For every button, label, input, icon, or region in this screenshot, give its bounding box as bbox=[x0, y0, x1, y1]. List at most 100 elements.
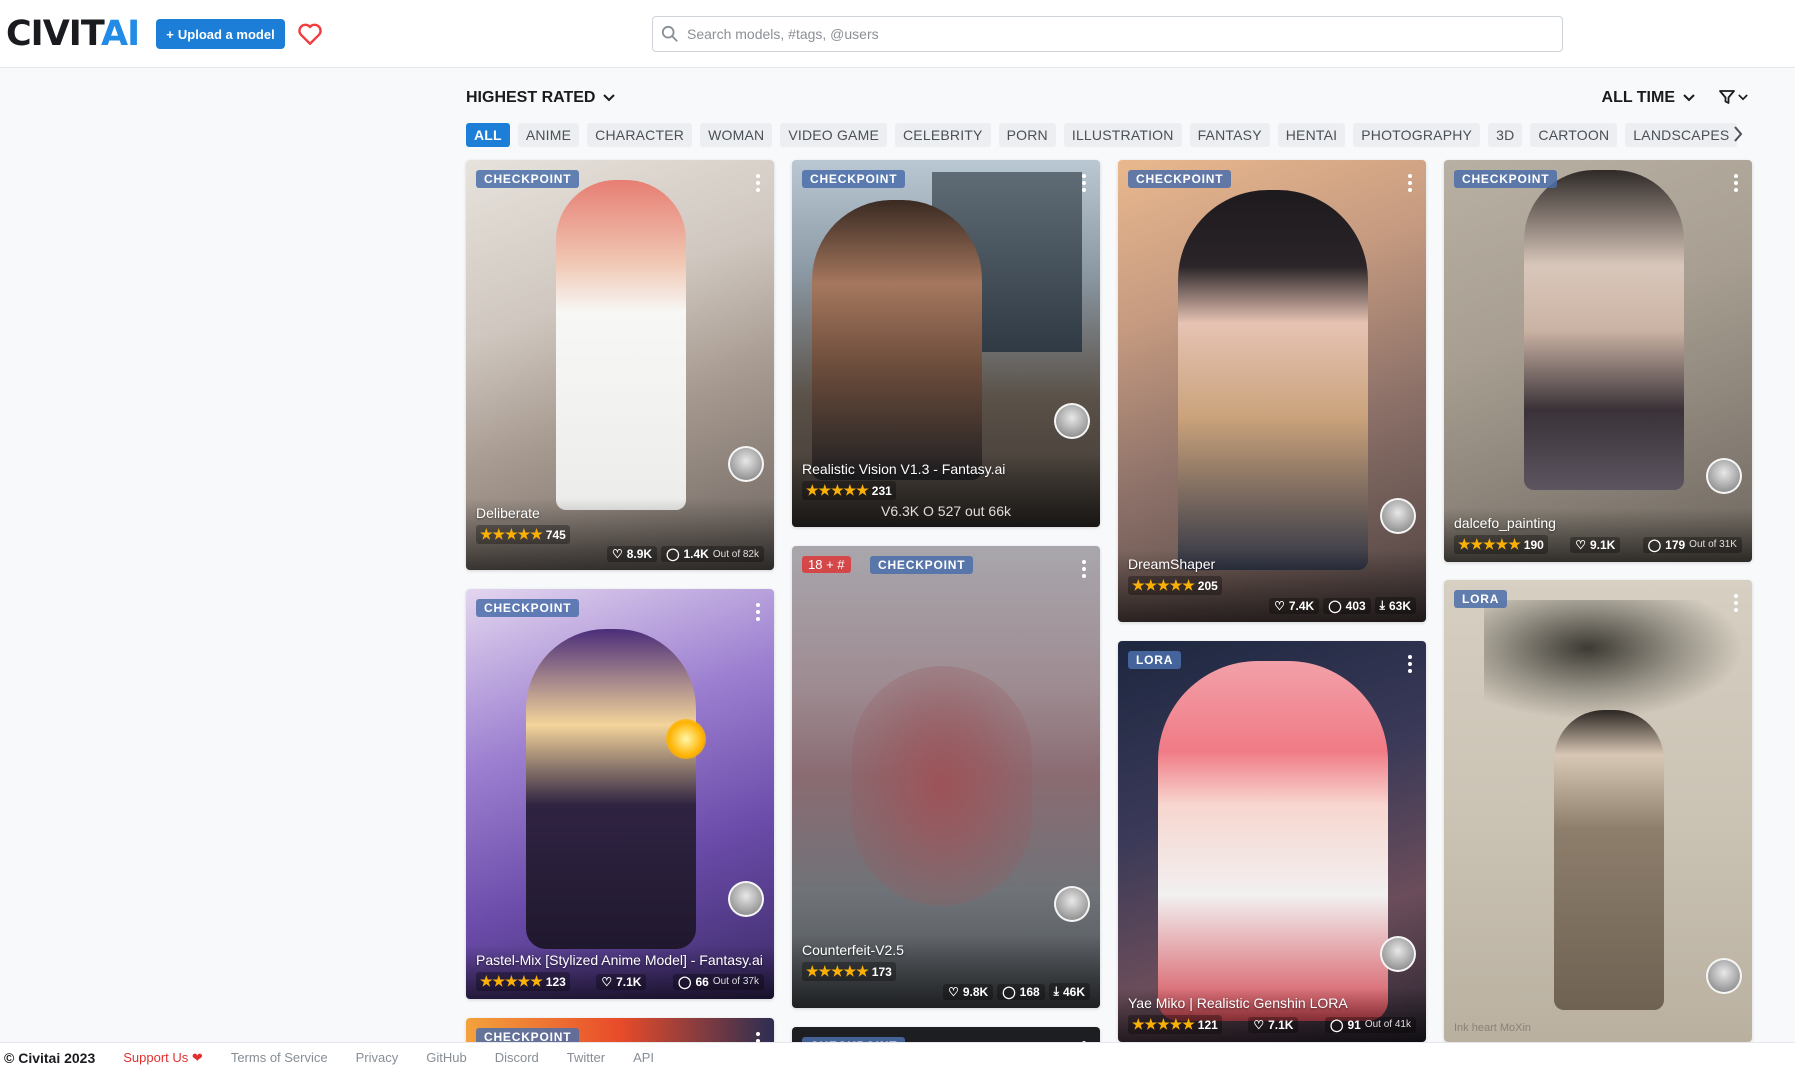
like-count: ♡ 7.1K bbox=[1248, 1016, 1299, 1033]
more-options-icon[interactable] bbox=[756, 603, 760, 624]
heart-outline-icon: ♡ bbox=[1274, 598, 1285, 613]
model-title: dalcefo_painting bbox=[1454, 515, 1556, 531]
download-count: ⤓ 63K bbox=[1374, 597, 1416, 614]
creator-avatar[interactable] bbox=[1054, 886, 1090, 922]
filter-button[interactable] bbox=[1719, 89, 1748, 105]
civitai-logo[interactable]: CIVITAI bbox=[6, 17, 140, 52]
tag-character[interactable]: CHARACTER bbox=[587, 123, 693, 147]
more-options-icon[interactable] bbox=[1734, 174, 1738, 195]
creator-avatar[interactable] bbox=[1706, 958, 1742, 994]
model-card-realistic-vision[interactable]: CHECKPOINT Realistic Vision V1.3 - Fanta… bbox=[792, 160, 1100, 527]
card-info: Deliberate ★★★★★ 745 ♡ 8.9K ◯ 1.4K Out of 82… bbox=[466, 498, 774, 570]
comment-icon: ◯ bbox=[666, 547, 680, 561]
heart-icon bbox=[298, 23, 322, 45]
tag-photography[interactable]: PHOTOGRAPHY bbox=[1353, 123, 1481, 147]
model-type-badge: CHECKPOINT bbox=[870, 556, 974, 574]
card-info: Pastel-Mix [Stylized Anime Model] - Fant… bbox=[466, 945, 774, 999]
support-heart-button[interactable] bbox=[294, 18, 326, 50]
tag-woman[interactable]: WOMAN bbox=[700, 123, 773, 147]
more-options-icon[interactable] bbox=[1408, 655, 1412, 676]
more-options-icon[interactable] bbox=[1734, 594, 1738, 615]
tag-celebrity[interactable]: CELEBRITY bbox=[895, 123, 991, 147]
card-info: DreamShaper ★★★★★ 205 ♡ 7.4K ◯ 403 ⤓ 63K bbox=[1118, 549, 1426, 622]
model-card-dalcefo-painting[interactable]: CHECKPOINT dalcefo_painting ★★★★★ 190 ♡ 9.… bbox=[1444, 160, 1752, 562]
model-type-badge: CHECKPOINT bbox=[802, 170, 906, 188]
sort-label: HIGHEST RATED bbox=[466, 89, 596, 106]
creator-avatar[interactable] bbox=[728, 446, 764, 482]
more-options-icon[interactable] bbox=[1408, 174, 1412, 195]
search-input[interactable] bbox=[687, 26, 1487, 42]
model-type-badge: CHECKPOINT bbox=[1128, 170, 1232, 188]
model-thumbnail bbox=[1158, 661, 1388, 1021]
heart-outline-icon: ♡ bbox=[948, 984, 959, 999]
model-title-truncated: Ink heart MoXin bbox=[1454, 1022, 1532, 1034]
model-title: Yae Miko | Realistic Genshin LORA bbox=[1128, 995, 1348, 1011]
heart-outline-icon: ♡ bbox=[611, 547, 623, 561]
footer-link-privacy[interactable]: Privacy bbox=[356, 1050, 399, 1065]
tag-hentai[interactable]: HENTAI bbox=[1277, 123, 1346, 147]
tag-anime[interactable]: ANIME bbox=[517, 123, 580, 147]
creator-avatar[interactable] bbox=[1054, 403, 1090, 439]
tag-cartoon[interactable]: CARTOON bbox=[1530, 123, 1618, 147]
model-card-yae-miko[interactable]: LORA Yae Miko | Realistic Genshin LORA ★… bbox=[1118, 641, 1426, 1042]
model-title: Pastel-Mix [Stylized Anime Model] - Fant… bbox=[476, 952, 763, 968]
model-thumbnail bbox=[526, 629, 696, 949]
rating: ★★★★★ 745 bbox=[476, 525, 570, 544]
creator-avatar[interactable] bbox=[728, 881, 764, 917]
ink-branch bbox=[1484, 600, 1744, 720]
model-card-dreamshaper[interactable]: CHECKPOINT DreamShaper ★★★★★ 205 ♡ 7.4K ◯ 4… bbox=[1118, 160, 1426, 622]
tag-video-game[interactable]: VIDEO GAME bbox=[780, 123, 887, 147]
upload-model-label: Upload a model bbox=[177, 26, 275, 42]
comment-icon: ◯ bbox=[1330, 1017, 1344, 1032]
star-rating-icon: ★★★★★ bbox=[480, 973, 543, 989]
model-card-deliberate[interactable]: CHECKPOINT Deliberate ★★★★★ 745 ♡ 8.9K ◯ 1.… bbox=[466, 160, 774, 570]
download-count: ⤓ 46K bbox=[1048, 983, 1090, 1000]
tag-porn[interactable]: PORN bbox=[998, 123, 1056, 147]
comment-icon: ◯ bbox=[1328, 598, 1342, 613]
chevron-right-icon[interactable] bbox=[1733, 126, 1743, 142]
sort-dropdown[interactable]: HIGHEST RATED bbox=[466, 89, 616, 107]
model-card-counterfeit[interactable]: 18 + # CHECKPOINT Counterfeit-V2.5 ★★★★★… bbox=[792, 546, 1100, 1008]
like-count: ♡ 7.1K bbox=[596, 973, 647, 990]
support-link[interactable]: Support Us ❤ bbox=[123, 1050, 203, 1066]
model-thumbnail bbox=[1524, 170, 1684, 490]
like-count: ♡ 8.9K bbox=[606, 546, 658, 562]
tag-fantasy[interactable]: FANTASY bbox=[1189, 123, 1270, 147]
model-type-badge: CHECKPOINT bbox=[1454, 170, 1558, 188]
model-type-badge: LORA bbox=[1128, 651, 1182, 669]
category-tags: ALL ANIME CHARACTER WOMAN VIDEO GAME CEL… bbox=[466, 123, 1754, 147]
footer-link-twitter[interactable]: Twitter bbox=[567, 1050, 605, 1065]
footer-link-github[interactable]: GitHub bbox=[426, 1050, 466, 1065]
search-bar[interactable] bbox=[652, 16, 1563, 52]
tag-illustration[interactable]: ILLUSTRATION bbox=[1063, 123, 1182, 147]
tag-3d[interactable]: 3D bbox=[1488, 123, 1523, 147]
model-thumbnail bbox=[1554, 710, 1664, 1010]
star-rating-icon: ★★★★★ bbox=[1132, 577, 1195, 593]
footer-link-api[interactable]: API bbox=[633, 1050, 654, 1065]
nsfw-badge: 18 + # bbox=[802, 556, 851, 573]
rating: ★★★★★ 121 bbox=[1128, 1015, 1222, 1034]
star-rating-icon: ★★★★★ bbox=[480, 526, 543, 542]
footer-link-terms[interactable]: Terms of Service bbox=[231, 1050, 328, 1065]
tag-landscapes[interactable]: LANDSCAPES bbox=[1625, 123, 1738, 147]
card-info: Counterfeit-V2.5 ★★★★★ 173 ♡ 9.8K ◯ 168 ⤓ 46… bbox=[792, 935, 1100, 1008]
more-options-icon[interactable] bbox=[1082, 560, 1086, 581]
glow-orb bbox=[666, 719, 706, 759]
more-options-icon[interactable] bbox=[756, 174, 760, 195]
footer-link-discord[interactable]: Discord bbox=[495, 1050, 539, 1065]
star-rating-icon: ★★★★★ bbox=[1132, 1016, 1195, 1032]
footer: © Civitai 2023 Support Us ❤ Terms of Ser… bbox=[0, 1042, 1795, 1072]
creator-avatar[interactable] bbox=[1380, 498, 1416, 534]
model-card-pastel-mix[interactable]: CHECKPOINT Pastel-Mix [Stylized Anime Mo… bbox=[466, 589, 774, 999]
model-type-badge: CHECKPOINT bbox=[476, 599, 580, 617]
creator-avatar[interactable] bbox=[1380, 936, 1416, 972]
search-icon bbox=[653, 25, 687, 43]
model-card-moxin[interactable]: LORA Ink heart MoXin bbox=[1444, 580, 1752, 1042]
period-dropdown[interactable]: ALL TIME bbox=[1602, 89, 1695, 107]
upload-model-button[interactable]: + Upload a model bbox=[156, 19, 285, 49]
more-options-icon[interactable] bbox=[1082, 174, 1086, 195]
tag-all[interactable]: ALL bbox=[466, 123, 510, 147]
heart-outline-icon: ♡ bbox=[601, 974, 613, 989]
rating: ★★★★★ 190 bbox=[1454, 535, 1548, 554]
creator-avatar[interactable] bbox=[1706, 458, 1742, 494]
